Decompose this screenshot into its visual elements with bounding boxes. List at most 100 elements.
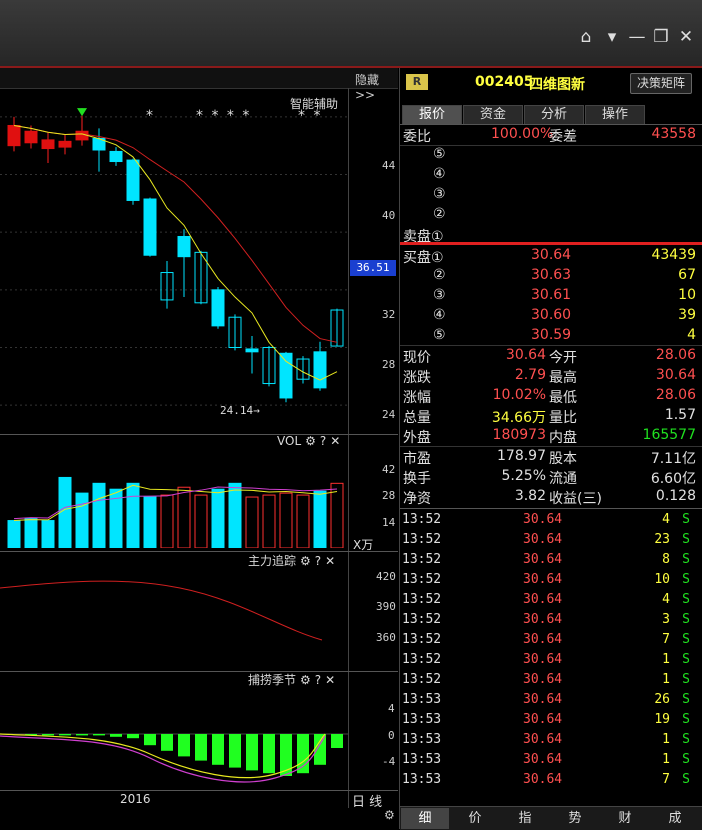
sell-row-3: ③	[399, 185, 702, 205]
candle-body	[245, 348, 259, 353]
tick-row[interactable]: 13:53 30.64 19 S	[399, 710, 702, 730]
minimize-icon[interactable]: —	[626, 26, 648, 48]
stat-label: 最低	[549, 390, 577, 406]
tick-side: S	[682, 712, 690, 727]
stat-value: 34.66万	[491, 410, 546, 426]
chart-area[interactable]: 隐藏>> 智能辅助 * * * * * * * 44 40 32 28 24 3…	[0, 68, 398, 829]
help-icon[interactable]: ?	[315, 554, 321, 568]
buy-label: ③	[433, 287, 446, 303]
bottom-tab-deal[interactable]: 成	[651, 808, 699, 829]
tick-row[interactable]: 13:52 30.64 1 S	[399, 650, 702, 670]
stat-value: 180973	[492, 427, 546, 443]
buy-label: ②	[433, 267, 446, 283]
rz-badge: R	[406, 74, 428, 90]
gear-icon[interactable]: ⚙	[300, 673, 311, 687]
tick-row[interactable]: 13:53 30.64 1 S	[399, 730, 702, 750]
tick-price: 30.64	[523, 532, 563, 547]
season-bar	[59, 734, 71, 736]
stat-label: 净资	[403, 491, 431, 507]
candle-body	[313, 351, 327, 389]
tick-row[interactable]: 13:52 30.64 8 S	[399, 550, 702, 570]
main-force-chart[interactable]	[0, 568, 348, 668]
tick-volume: 3	[662, 612, 670, 627]
sell-label: ③	[433, 186, 446, 202]
bottom-tab-detail[interactable]: 细	[401, 808, 449, 829]
season-bar	[76, 734, 88, 736]
tick-row[interactable]: 13:52 30.64 4 S	[399, 510, 702, 530]
tick-row[interactable]: 13:52 30.64 7 S	[399, 630, 702, 650]
restore-icon[interactable]: ❐	[650, 26, 672, 48]
tick-time: 13:52	[402, 672, 442, 687]
stat-value: 7.11亿	[650, 451, 696, 467]
close-panel-icon[interactable]: ✕	[325, 554, 335, 568]
stat-row: 涨幅 10.02% 最低 28.06	[399, 386, 702, 406]
dropdown-menu-icon[interactable]: ▾	[601, 26, 623, 48]
stat-label: 股本	[549, 451, 577, 467]
period-button[interactable]: 日 线	[352, 791, 382, 810]
close-panel-icon[interactable]: ✕	[325, 673, 335, 687]
help-icon[interactable]: ?	[315, 673, 321, 687]
buy-row-2[interactable]: ② 30.63 67	[399, 266, 702, 286]
tick-row[interactable]: 13:52 30.64 10 S	[399, 570, 702, 590]
season-bar	[161, 734, 173, 751]
tick-row[interactable]: 13:52 30.64 23 S	[399, 530, 702, 550]
tick-price: 30.64	[523, 592, 563, 607]
buy-price: 30.61	[531, 287, 572, 303]
gear-icon[interactable]: ⚙	[305, 434, 316, 448]
stat-row: 现价 30.64 今开 28.06	[399, 346, 702, 366]
volume-bar	[143, 496, 157, 548]
bottom-tab-trend[interactable]: 势	[551, 808, 599, 829]
candle-body	[109, 150, 123, 163]
stock-name: 四维图新	[529, 77, 585, 93]
tick-time: 13:52	[402, 652, 442, 667]
stat-value: 28.06	[655, 387, 696, 403]
price-chart[interactable]	[0, 88, 348, 434]
home-icon[interactable]: ⌂	[575, 26, 597, 48]
close-panel-icon[interactable]: ✕	[330, 434, 340, 448]
stat-value: 1.57	[664, 407, 696, 423]
buy-volume: 39	[678, 307, 696, 323]
candle-body	[41, 139, 55, 150]
help-icon[interactable]: ?	[320, 434, 326, 448]
buy-label: ⑤	[433, 327, 446, 343]
hide-panel-button[interactable]: 隐藏>>	[355, 71, 398, 102]
tick-time: 13:53	[402, 712, 442, 727]
tick-row[interactable]: 13:53 30.64 26 S	[399, 690, 702, 710]
buy-row-4[interactable]: ④ 30.60 39	[399, 306, 702, 326]
stat-label: 流通	[549, 471, 577, 487]
bottom-tab-finance[interactable]: 财	[601, 808, 649, 829]
tick-time: 13:53	[402, 732, 442, 747]
candle-body	[211, 289, 225, 327]
bottom-tab-price[interactable]: 价	[451, 808, 499, 829]
season-chart[interactable]	[0, 688, 348, 790]
gear-icon[interactable]: ⚙	[300, 554, 311, 568]
close-icon[interactable]: ✕	[675, 26, 697, 48]
price-axis-40: 40	[382, 209, 396, 222]
tick-side: S	[682, 532, 690, 547]
settings-gear-icon[interactable]: ⚙	[384, 808, 395, 822]
bottom-tab-index[interactable]: 指	[501, 808, 549, 829]
tick-row[interactable]: 13:53 30.64 7 S	[399, 770, 702, 790]
tab-operation[interactable]: 操作	[585, 105, 645, 124]
tab-quote[interactable]: 报价	[402, 105, 462, 124]
tick-volume: 1	[662, 672, 670, 687]
stat-row: 外盘 180973 内盘 165577	[399, 426, 702, 446]
tab-funds[interactable]: 资金	[463, 105, 523, 124]
tick-row[interactable]: 13:52 30.64 4 S	[399, 590, 702, 610]
tick-row[interactable]: 13:52 30.64 3 S	[399, 610, 702, 630]
stat-value: 165577	[642, 427, 696, 443]
tick-row[interactable]: 13:53 30.64 1 S	[399, 750, 702, 770]
candle-body	[58, 140, 72, 148]
decision-matrix-button[interactable]: 决策矩阵	[630, 73, 692, 94]
stock-code: 002405	[475, 74, 534, 90]
candle-body	[24, 130, 38, 144]
tick-side: S	[682, 572, 690, 587]
tick-row[interactable]: 13:52 30.64 1 S	[399, 670, 702, 690]
buy-row-3[interactable]: ③ 30.61 10	[399, 286, 702, 306]
volume-bar	[7, 520, 21, 548]
tab-analysis[interactable]: 分析	[524, 105, 584, 124]
moving-average-line	[13, 124, 338, 343]
buy-row-1[interactable]: 买盘① 30.64 43439	[399, 246, 702, 266]
buy-row-5[interactable]: ⑤ 30.59 4	[399, 326, 702, 346]
volume-chart[interactable]	[0, 450, 348, 548]
